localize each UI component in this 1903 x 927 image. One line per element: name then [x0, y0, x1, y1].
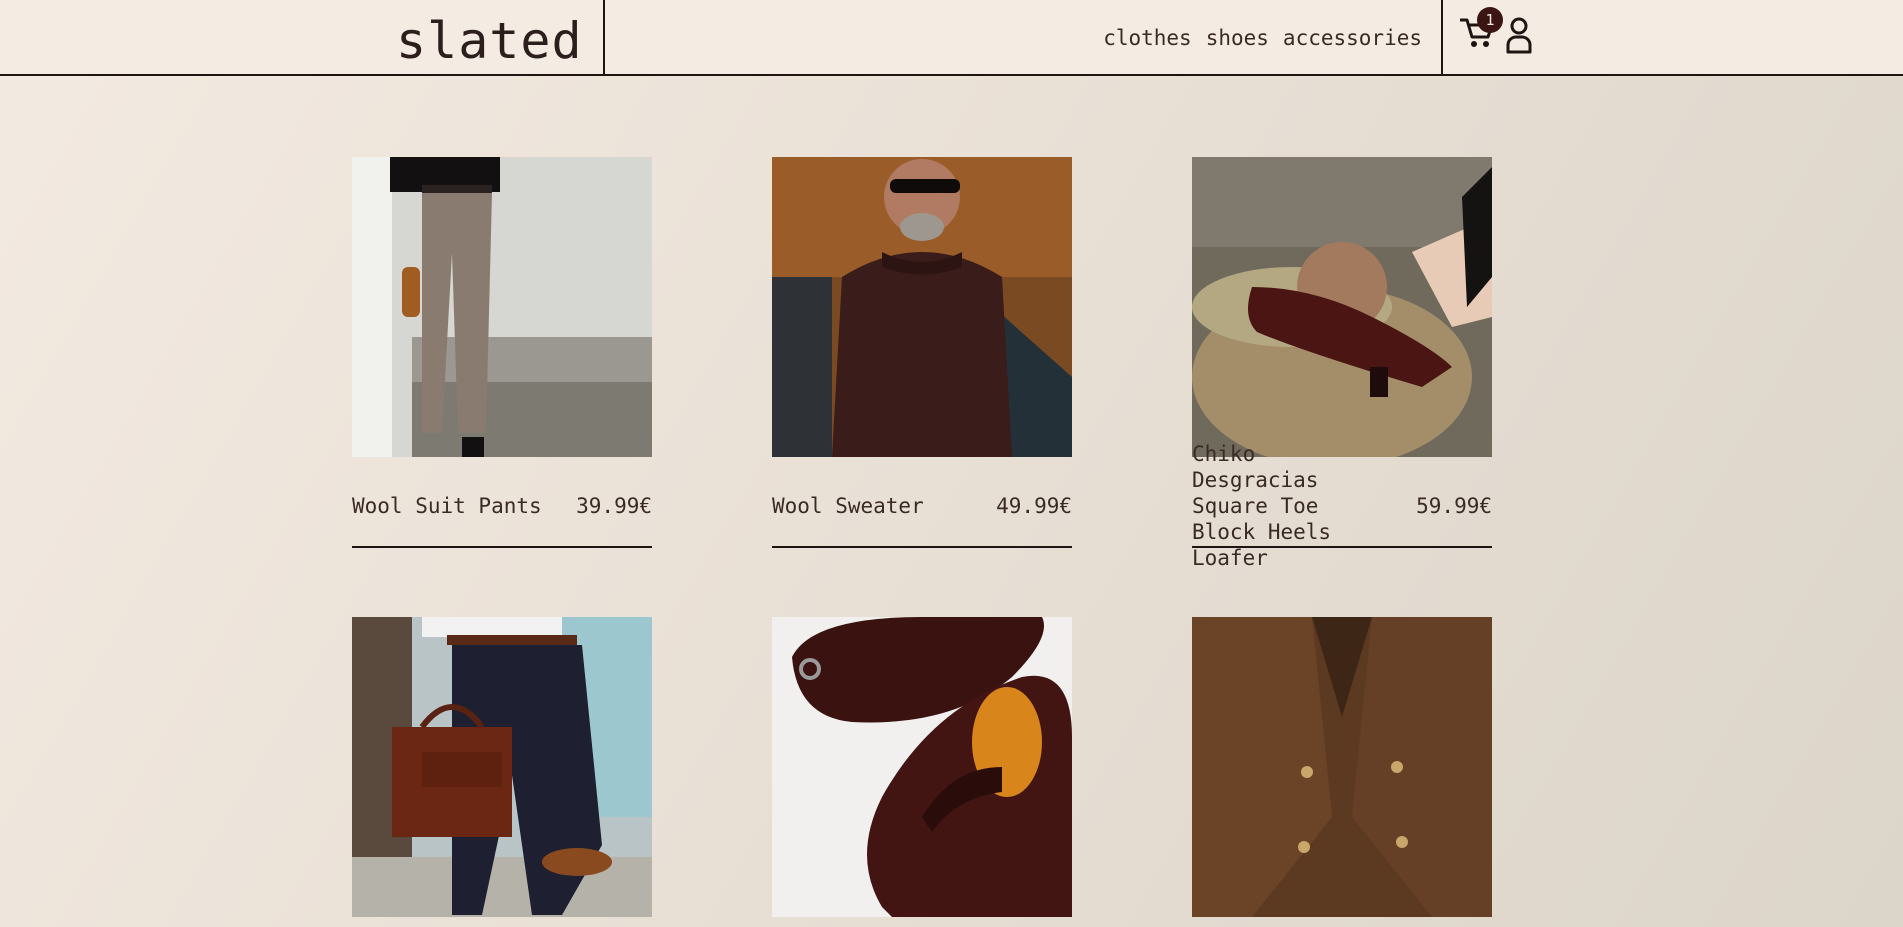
- product-image-corduroy-blazer[interactable]: [1192, 617, 1492, 917]
- header-divider-right: [1441, 0, 1443, 76]
- product-image-pants[interactable]: [352, 157, 652, 457]
- product-meta: Wool Suit Pants 39.99€: [352, 466, 652, 548]
- product-card[interactable]: [772, 617, 1072, 917]
- main-nav: clothes shoes accessories: [1103, 26, 1422, 50]
- product-image-loafer-heel[interactable]: [1192, 157, 1492, 457]
- product-card[interactable]: Chiko Desgracias Square Toe Block Heels …: [1192, 157, 1492, 570]
- product-card[interactable]: [352, 617, 652, 917]
- product-card[interactable]: Wool Suit Pants 39.99€: [352, 157, 652, 548]
- product-image-penny-loafer[interactable]: [772, 617, 1072, 917]
- nav-link-accessories[interactable]: accessories: [1283, 26, 1422, 50]
- product-price: 59.99€: [1416, 494, 1492, 518]
- product-card[interactable]: [1192, 617, 1492, 917]
- product-meta: Chiko Desgracias Square Toe Block Heels …: [1192, 442, 1492, 570]
- product-name[interactable]: Wool Sweater: [772, 493, 972, 519]
- product-name[interactable]: Wool Suit Pants: [352, 493, 552, 519]
- nav-link-clothes[interactable]: clothes: [1103, 26, 1192, 50]
- nav-link-shoes[interactable]: shoes: [1206, 26, 1269, 50]
- cart-count-badge: 1: [1477, 7, 1503, 33]
- user-icon[interactable]: [1505, 16, 1533, 54]
- product-name[interactable]: Chiko Desgracias Square Toe Block Heels …: [1192, 441, 1392, 571]
- product-meta: Wool Sweater 49.99€: [772, 466, 1072, 548]
- site-header: slated clothes shoes accessories 1: [0, 0, 1903, 76]
- product-image-sweater[interactable]: [772, 157, 1072, 457]
- header-divider-left: [603, 0, 605, 76]
- product-price: 49.99€: [996, 494, 1072, 518]
- product-card[interactable]: Wool Sweater 49.99€: [772, 157, 1072, 548]
- product-price: 39.99€: [576, 494, 652, 518]
- site-logo[interactable]: slated: [396, 12, 583, 70]
- product-image-bag-trousers[interactable]: [352, 617, 652, 917]
